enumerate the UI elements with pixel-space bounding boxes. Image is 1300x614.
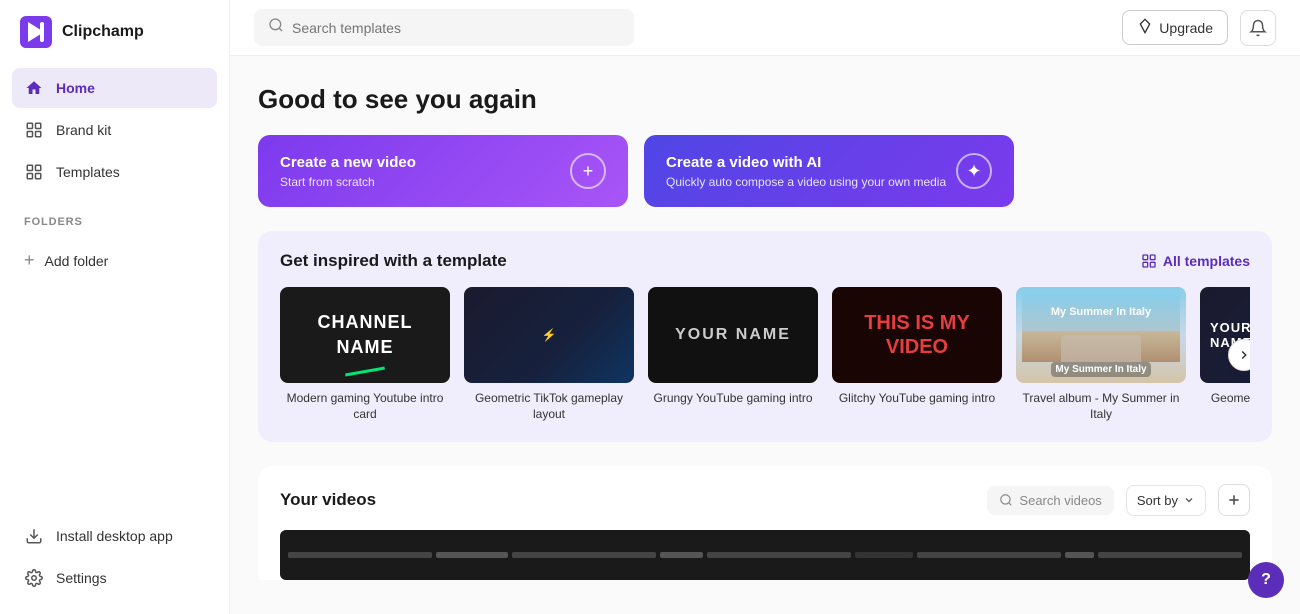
template-card-2[interactable]: ⚡ Geometric TikTok gameplay layout xyxy=(464,287,634,422)
video-strip-segment-8 xyxy=(1065,552,1094,558)
app-name: Clipchamp xyxy=(62,23,144,41)
logo-icon xyxy=(20,16,52,48)
video-strip-segment-2 xyxy=(436,552,508,558)
help-button[interactable]: ? xyxy=(1248,562,1284,598)
video-strip-segment-4 xyxy=(660,552,703,558)
add-folder-label: Add folder xyxy=(45,253,109,269)
video-strip-segment-7 xyxy=(917,552,1061,558)
cta-text-ai-video: Create a video with AI Quickly auto comp… xyxy=(666,154,946,189)
bell-icon xyxy=(1249,19,1267,37)
notification-button[interactable] xyxy=(1240,10,1276,46)
template-thumb-4 xyxy=(832,287,1002,383)
sidebar-item-brand-kit[interactable]: Brand kit xyxy=(12,110,217,150)
template-label-2: Geometric TikTok gameplay layout xyxy=(464,391,634,422)
video-strip xyxy=(280,530,1250,580)
cta-text-new-video: Create a new video Start from scratch xyxy=(280,154,416,189)
videos-header: Your videos Search videos Sort by xyxy=(280,484,1250,516)
template-thumb-5: My Summer In Italy xyxy=(1016,287,1186,383)
template-thumb-3 xyxy=(648,287,818,383)
plus-circle-icon: + xyxy=(570,153,606,189)
settings-icon xyxy=(24,568,44,588)
templates-title: Get inspired with a template xyxy=(280,251,507,271)
cta-row: Create a new video Start from scratch + … xyxy=(258,135,1272,207)
folders-section: FOLDERS xyxy=(0,192,229,238)
video-strip-segment-5 xyxy=(707,552,851,558)
cta-new-video-subtitle: Start from scratch xyxy=(280,175,416,189)
grid-tiles-icon xyxy=(1141,253,1157,269)
topbar: Upgrade xyxy=(230,0,1300,56)
videos-controls: Search videos Sort by xyxy=(987,484,1250,516)
template-thumb-2: ⚡ xyxy=(464,287,634,383)
chevron-right-icon xyxy=(1237,348,1250,362)
plus-icon xyxy=(1226,492,1242,508)
add-video-button[interactable] xyxy=(1218,484,1250,516)
template-label-3: Grungy YouTube gaming intro xyxy=(648,391,818,407)
cta-ai-video-subtitle: Quickly auto compose a video using your … xyxy=(666,175,946,189)
cta-ai-video-title: Create a video with AI xyxy=(666,154,946,171)
templates-section: Get inspired with a template All templat… xyxy=(258,231,1272,442)
plus-icon: + xyxy=(24,250,35,271)
cta-new-video-title: Create a new video xyxy=(280,154,416,171)
video-strip-segment-9 xyxy=(1098,552,1242,558)
grid-icon xyxy=(24,162,44,182)
chevron-down-icon xyxy=(1183,494,1195,506)
template-label-5: Travel album - My Summer in Italy xyxy=(1016,391,1186,422)
video-strip-segment-6 xyxy=(855,552,913,558)
template-thumb-1 xyxy=(280,287,450,383)
template-label-4: Glitchy YouTube gaming intro xyxy=(832,391,1002,407)
create-ai-video-button[interactable]: Create a video with AI Quickly auto comp… xyxy=(644,135,1014,207)
content-area: Good to see you again Create a new video… xyxy=(230,56,1300,614)
search-box[interactable] xyxy=(254,9,634,46)
sidebar: Clipchamp Home Brand kit Templates FOLDE… xyxy=(0,0,230,614)
logo: Clipchamp xyxy=(0,16,229,68)
sidebar-item-brand-kit-label: Brand kit xyxy=(56,122,111,138)
install-label: Install desktop app xyxy=(56,528,173,544)
sidebar-item-home-label: Home xyxy=(56,80,95,96)
search-input[interactable] xyxy=(292,20,620,36)
topbar-right: Upgrade xyxy=(1122,10,1276,46)
sidebar-item-templates-label: Templates xyxy=(56,164,120,180)
template-card-5[interactable]: My Summer In Italy Travel album - My Sum… xyxy=(1016,287,1186,422)
folders-label: FOLDERS xyxy=(24,216,83,228)
template-label-6: Geometric YouTube gaming intro xyxy=(1200,391,1250,422)
all-templates-link[interactable]: All templates xyxy=(1141,253,1250,269)
videos-title: Your videos xyxy=(280,490,376,510)
template-card-4[interactable]: Glitchy YouTube gaming intro xyxy=(832,287,1002,422)
tag-icon xyxy=(24,120,44,140)
sidebar-item-home[interactable]: Home xyxy=(12,68,217,108)
add-folder-button[interactable]: + Add folder xyxy=(12,242,217,279)
template-card-3[interactable]: Grungy YouTube gaming intro xyxy=(648,287,818,422)
settings-label: Settings xyxy=(56,570,107,586)
sidebar-item-templates[interactable]: Templates xyxy=(12,152,217,192)
sidebar-bottom: Install desktop app Settings xyxy=(0,516,229,598)
video-strip-segment-1 xyxy=(288,552,432,558)
page-title: Good to see you again xyxy=(258,84,1272,115)
download-icon xyxy=(24,526,44,546)
template-card-1[interactable]: Modern gaming Youtube intro card xyxy=(280,287,450,422)
upgrade-label: Upgrade xyxy=(1159,20,1213,36)
sidebar-item-settings[interactable]: Settings xyxy=(12,558,217,598)
sparkle-icon: ✦ xyxy=(956,153,992,189)
diamond-icon xyxy=(1137,18,1153,37)
video-strip-segment-3 xyxy=(512,552,656,558)
templates-scroll: Modern gaming Youtube intro card ⚡ Geome… xyxy=(280,287,1250,422)
search-videos-icon xyxy=(999,493,1013,507)
videos-section: Your videos Search videos Sort by xyxy=(258,466,1272,580)
create-new-video-button[interactable]: Create a new video Start from scratch + xyxy=(258,135,628,207)
main-content: Upgrade Good to see you again Create a n… xyxy=(230,0,1300,614)
upgrade-button[interactable]: Upgrade xyxy=(1122,10,1228,45)
video-search-placeholder: Search videos xyxy=(1019,493,1101,508)
help-label: ? xyxy=(1261,571,1271,589)
sort-by-button[interactable]: Sort by xyxy=(1126,485,1206,516)
sidebar-item-install[interactable]: Install desktop app xyxy=(12,516,217,556)
video-search-box[interactable]: Search videos xyxy=(987,486,1113,515)
sidebar-nav: Home Brand kit Templates xyxy=(0,68,229,192)
home-icon xyxy=(24,78,44,98)
all-templates-label: All templates xyxy=(1163,253,1250,269)
templates-header: Get inspired with a template All templat… xyxy=(280,251,1250,271)
template-label-1: Modern gaming Youtube intro card xyxy=(280,391,450,422)
search-icon xyxy=(268,17,284,38)
sort-label: Sort by xyxy=(1137,493,1178,508)
